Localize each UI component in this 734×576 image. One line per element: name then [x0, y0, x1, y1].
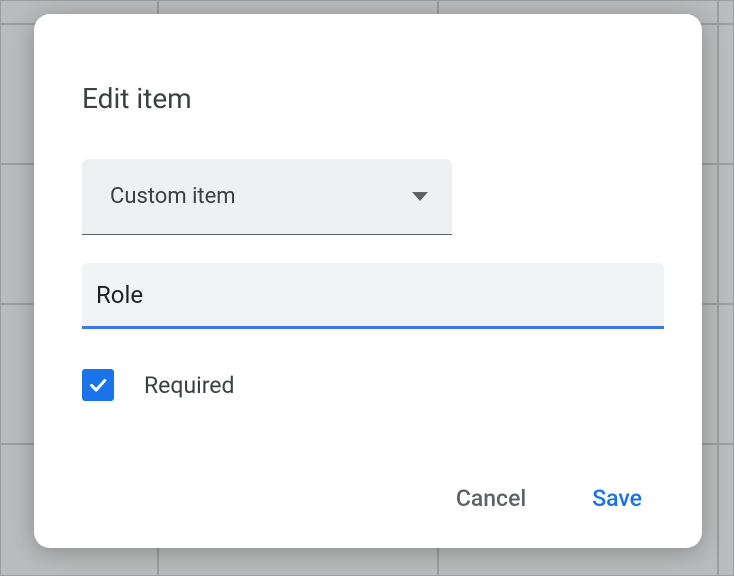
required-checkbox-label: Required: [144, 372, 234, 399]
item-name-input-value: Role: [96, 281, 143, 309]
dialog-title: Edit item: [82, 82, 654, 115]
checkmark-icon: [87, 374, 109, 396]
cancel-button[interactable]: Cancel: [448, 479, 534, 518]
edit-item-dialog: Edit item Custom item Role Required Canc…: [34, 14, 702, 548]
dialog-button-row: Cancel Save: [448, 479, 650, 518]
required-checkbox[interactable]: [82, 369, 114, 401]
required-checkbox-row: Required: [82, 369, 654, 401]
item-name-input[interactable]: Role: [82, 263, 664, 329]
item-type-select-value: Custom item: [110, 184, 236, 209]
chevron-down-icon: [412, 192, 428, 201]
item-type-select[interactable]: Custom item: [82, 159, 452, 235]
save-button[interactable]: Save: [584, 479, 650, 518]
